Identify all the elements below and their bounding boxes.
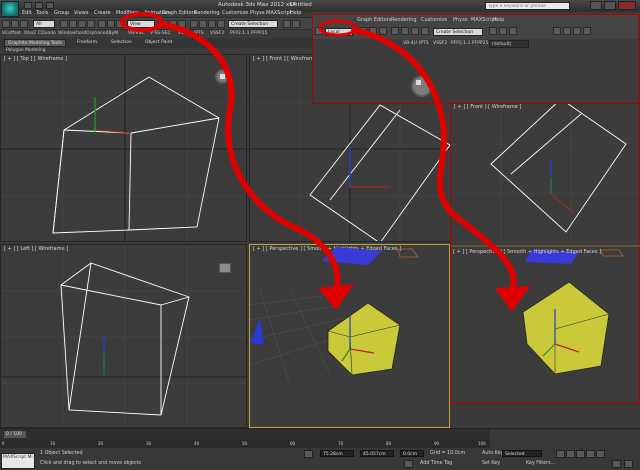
prompt-line: Click and drag to select and move object… [40,461,141,466]
z-coordinate-field[interactable]: 0.0cm [400,450,424,457]
set-key-button[interactable]: Set Key [482,461,500,466]
tick-label: 50 [242,441,248,446]
pan-icon[interactable] [624,460,633,468]
annotation-arrows [120,12,530,312]
next-frame-icon[interactable] [586,450,595,458]
bottom-panel: 0 / 100 0 10 20 30 40 50 60 70 80 90 100… [0,428,640,470]
key-filter-dropdown[interactable]: Selected [502,450,542,457]
zoom-icon[interactable] [612,460,621,468]
tick-label: 40 [194,441,200,446]
auto-key-button[interactable]: Auto Key [482,451,503,456]
go-to-end-icon[interactable] [596,450,605,458]
go-to-start-icon[interactable] [556,450,565,458]
time-slider[interactable]: 0 / 100 [4,431,26,438]
add-time-tag[interactable]: Add Time Tag [420,461,452,466]
tick-label: 70 [338,441,344,446]
tick-label: 20 [98,441,104,446]
track-bar[interactable]: 0 10 20 30 40 50 60 70 80 90 100 [0,440,490,448]
previous-frame-icon[interactable] [566,450,575,458]
tick-label: 90 [434,441,440,446]
y-coordinate-field[interactable]: 45.057cm [360,450,394,457]
grid-size: Grid = 10.0cm [430,451,466,456]
key-filters-button[interactable]: Key Filters... [526,461,555,466]
tick-label: 30 [146,441,152,446]
tick-label: 80 [386,441,392,446]
lock-selection-icon[interactable] [304,450,313,458]
tick-label: 100 [478,441,486,446]
tick-label: 60 [290,441,296,446]
tick-label: 10 [50,441,56,446]
play-icon[interactable] [576,450,585,458]
selection-status: 1 Object Selected [40,451,83,456]
time-tag-icon[interactable] [404,460,413,468]
tick-label: 0 [2,441,5,446]
maxscript-listener[interactable]: MAXScript Mi [1,453,35,469]
x-coordinate-field[interactable]: 75.28cm [320,450,354,457]
timeline[interactable]: 0 / 100 [0,429,490,440]
